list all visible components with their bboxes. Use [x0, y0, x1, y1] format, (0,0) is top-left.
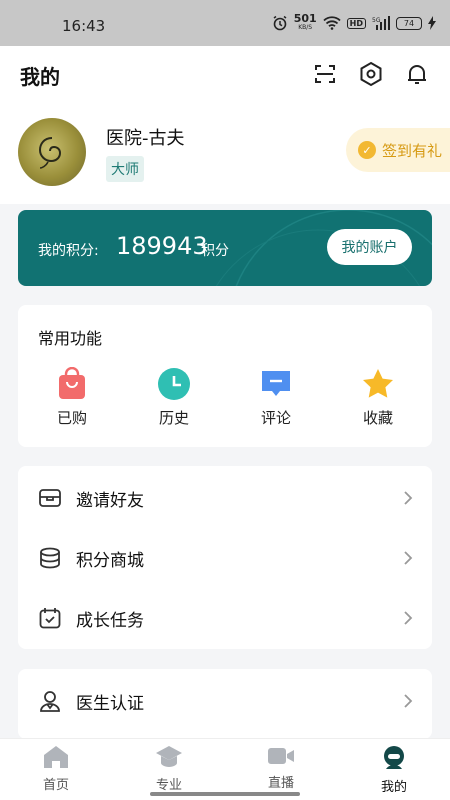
- common-functions-title: 常用功能: [38, 329, 103, 348]
- signin-label: 签到有礼: [382, 141, 443, 160]
- status-icons: 501 KB/S HD 5G 74: [272, 12, 436, 32]
- comment-icon: [262, 371, 290, 396]
- calendar-task-icon: [38, 606, 62, 630]
- avatar[interactable]: [18, 118, 86, 186]
- menu-item-invite-friends[interactable]: 邀请好友: [18, 468, 432, 528]
- chevron-right-icon: [404, 611, 413, 625]
- bell-icon[interactable]: [403, 60, 431, 88]
- settings-hexagon-icon[interactable]: [357, 60, 385, 88]
- points-card: 我的积分: 189943 积分 我的账户: [18, 210, 432, 286]
- network-speed: 501 KB/S: [293, 12, 317, 31]
- alarm-icon: [273, 15, 287, 31]
- shopping-bag-icon: [59, 367, 85, 399]
- tab-home[interactable]: 首页: [16, 745, 96, 793]
- page-header: 我的: [0, 46, 450, 106]
- user-name: 医院-古夫: [106, 128, 185, 149]
- clock-icon: [158, 368, 190, 400]
- page-title: 我的: [20, 65, 60, 89]
- home-indicator[interactable]: [150, 792, 300, 796]
- tab-mine[interactable]: 我的: [354, 745, 434, 795]
- points-unit: 积分: [201, 243, 229, 259]
- tab-professional[interactable]: 专业: [129, 745, 209, 793]
- signin-reward-button[interactable]: ✓ 签到有礼: [346, 128, 450, 172]
- star-icon: [363, 369, 393, 398]
- menu-card: 邀请好友 积分商城 成长任务: [18, 466, 432, 649]
- my-account-button[interactable]: 我的账户: [327, 229, 412, 265]
- user-level-badge: 大师: [106, 156, 144, 182]
- function-purchased[interactable]: 已购: [42, 367, 102, 428]
- wifi-icon: [323, 16, 341, 30]
- menu-card-2: 医生认证: [18, 669, 432, 739]
- invite-icon: [38, 486, 62, 510]
- battery-icon: 74: [396, 16, 422, 30]
- signal-icon: 5G: [372, 16, 390, 30]
- function-history[interactable]: 历史: [144, 367, 204, 428]
- bottom-tab-bar: 首页 专业 直播 我的: [0, 738, 450, 800]
- profile-section: 医院-古夫 大师 ✓ 签到有礼: [0, 106, 450, 204]
- status-bar: 16:43 501 KB/S HD 5G 74: [0, 0, 450, 46]
- svg-text:5G: 5G: [372, 17, 381, 24]
- profile-icon: [384, 746, 404, 769]
- points-label: 我的积分:: [38, 243, 99, 259]
- charging-icon: [428, 16, 436, 30]
- chevron-right-icon: [404, 551, 413, 565]
- status-time: 16:43: [62, 17, 106, 35]
- coins-icon: [38, 546, 62, 570]
- hd-badge: HD: [346, 17, 366, 29]
- coin-check-icon: ✓: [358, 141, 376, 159]
- function-comments[interactable]: 评论: [246, 367, 306, 428]
- menu-item-doctor-verification[interactable]: 医生认证: [18, 671, 432, 731]
- video-camera-icon: [268, 748, 294, 764]
- graduation-cap-icon: [156, 746, 182, 767]
- chevron-right-icon: [404, 491, 413, 505]
- doctor-icon: [38, 689, 62, 713]
- scan-icon[interactable]: [311, 60, 339, 88]
- points-value: 189943: [116, 232, 208, 260]
- tab-live[interactable]: 直播: [241, 745, 321, 791]
- menu-item-growth-tasks[interactable]: 成长任务: [18, 588, 432, 648]
- common-functions-card: 常用功能 已购 历史 评论 收藏: [18, 305, 432, 447]
- chevron-right-icon: [404, 694, 413, 708]
- function-favorites[interactable]: 收藏: [348, 367, 408, 428]
- home-icon: [44, 746, 68, 768]
- menu-item-points-mall[interactable]: 积分商城: [18, 528, 432, 588]
